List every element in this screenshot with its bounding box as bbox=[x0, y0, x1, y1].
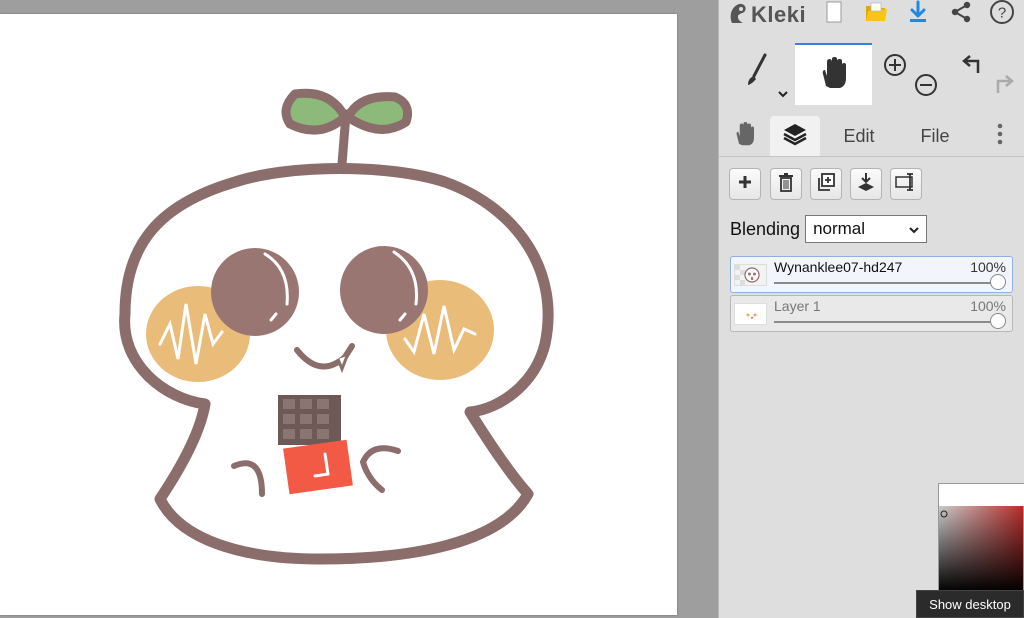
opacity-slider-handle[interactable] bbox=[990, 313, 1006, 329]
opacity-slider-track[interactable] bbox=[774, 321, 998, 323]
new-file-button[interactable] bbox=[819, 0, 849, 28]
layer-item-layer-1[interactable]: Layer 1 100% bbox=[730, 295, 1013, 332]
hand-icon bbox=[818, 56, 850, 95]
layer-name: Layer 1 bbox=[774, 298, 821, 314]
help-button[interactable]: ? bbox=[987, 0, 1017, 28]
open-file-button[interactable] bbox=[861, 0, 891, 28]
share-button[interactable] bbox=[946, 0, 976, 28]
tool-row bbox=[719, 43, 1024, 105]
new-file-icon bbox=[826, 1, 842, 28]
opacity-slider-track[interactable] bbox=[774, 282, 998, 284]
share-icon bbox=[949, 0, 973, 29]
rename-icon bbox=[895, 172, 917, 197]
help-icon: ? bbox=[989, 0, 1015, 30]
right-eye bbox=[340, 246, 428, 334]
color-picker-header bbox=[939, 484, 1024, 506]
drawing-artwork bbox=[119, 88, 554, 565]
hand-tool-button[interactable] bbox=[795, 43, 872, 105]
opacity-slider-handle[interactable] bbox=[990, 274, 1006, 290]
color-picker-cursor bbox=[940, 505, 948, 523]
chevron-down-icon bbox=[908, 219, 920, 239]
delete-layer-button[interactable] bbox=[770, 168, 802, 200]
merge-down-button[interactable] bbox=[850, 168, 882, 200]
layer-thumbnail bbox=[734, 303, 767, 325]
hand-icon bbox=[733, 121, 757, 152]
tab-layers[interactable] bbox=[770, 116, 820, 156]
blending-select[interactable]: normal bbox=[805, 215, 928, 243]
blending-value: normal bbox=[813, 219, 866, 238]
app-logo[interactable]: Kleki bbox=[727, 2, 806, 28]
duplicate-icon bbox=[816, 172, 836, 197]
plus-icon bbox=[737, 174, 753, 195]
chocolate-wrapper bbox=[283, 439, 353, 495]
top-toolbar: Kleki ? bbox=[719, 0, 1024, 30]
layer-opacity: 100% bbox=[970, 298, 1006, 314]
tab-edit[interactable]: Edit bbox=[829, 116, 889, 156]
svg-text:?: ? bbox=[998, 4, 1006, 21]
tab-file[interactable]: File bbox=[905, 116, 965, 156]
app-name: Kleki bbox=[751, 2, 807, 27]
more-vertical-icon bbox=[997, 123, 1003, 150]
drawing-canvas[interactable] bbox=[0, 14, 677, 615]
zoom-out-icon[interactable] bbox=[914, 73, 938, 102]
trash-icon bbox=[778, 172, 794, 197]
open-folder-icon bbox=[864, 1, 888, 28]
redo-icon[interactable] bbox=[990, 73, 1016, 102]
canvas-area[interactable] bbox=[0, 0, 718, 618]
history-controls bbox=[952, 43, 1024, 105]
layer-item-wynanklee07[interactable]: Wynanklee07-hd247 100% bbox=[730, 256, 1013, 293]
duplicate-layer-button[interactable] bbox=[810, 168, 842, 200]
zoom-controls bbox=[876, 43, 946, 105]
brush-tool-button[interactable] bbox=[719, 43, 795, 105]
undo-icon[interactable] bbox=[960, 53, 986, 82]
merge-down-icon bbox=[856, 172, 876, 197]
color-picker[interactable] bbox=[938, 483, 1024, 593]
more-menu-button[interactable] bbox=[987, 116, 1013, 156]
download-button[interactable] bbox=[903, 0, 933, 28]
blending-label: Blending bbox=[730, 218, 801, 239]
download-icon bbox=[907, 0, 929, 29]
kleki-logo-icon bbox=[727, 1, 749, 30]
brush-icon bbox=[742, 52, 772, 97]
layer-opacity: 100% bbox=[970, 259, 1006, 275]
sprout-right-leaf bbox=[343, 92, 413, 134]
blending-row: Blending normal bbox=[730, 214, 928, 244]
zoom-in-icon[interactable] bbox=[883, 53, 907, 82]
layer-thumbnail bbox=[734, 264, 767, 286]
chevron-down-icon bbox=[777, 85, 789, 103]
rename-layer-button[interactable] bbox=[890, 168, 922, 200]
panel-tabs: Edit File bbox=[719, 116, 1024, 157]
layers-icon bbox=[782, 122, 808, 151]
layer-name: Wynanklee07-hd247 bbox=[774, 259, 903, 275]
tab-hand[interactable] bbox=[723, 116, 767, 156]
tooltip: Show desktop bbox=[916, 590, 1024, 618]
sprout-left-leaf bbox=[281, 88, 350, 135]
add-layer-button[interactable] bbox=[729, 168, 761, 200]
